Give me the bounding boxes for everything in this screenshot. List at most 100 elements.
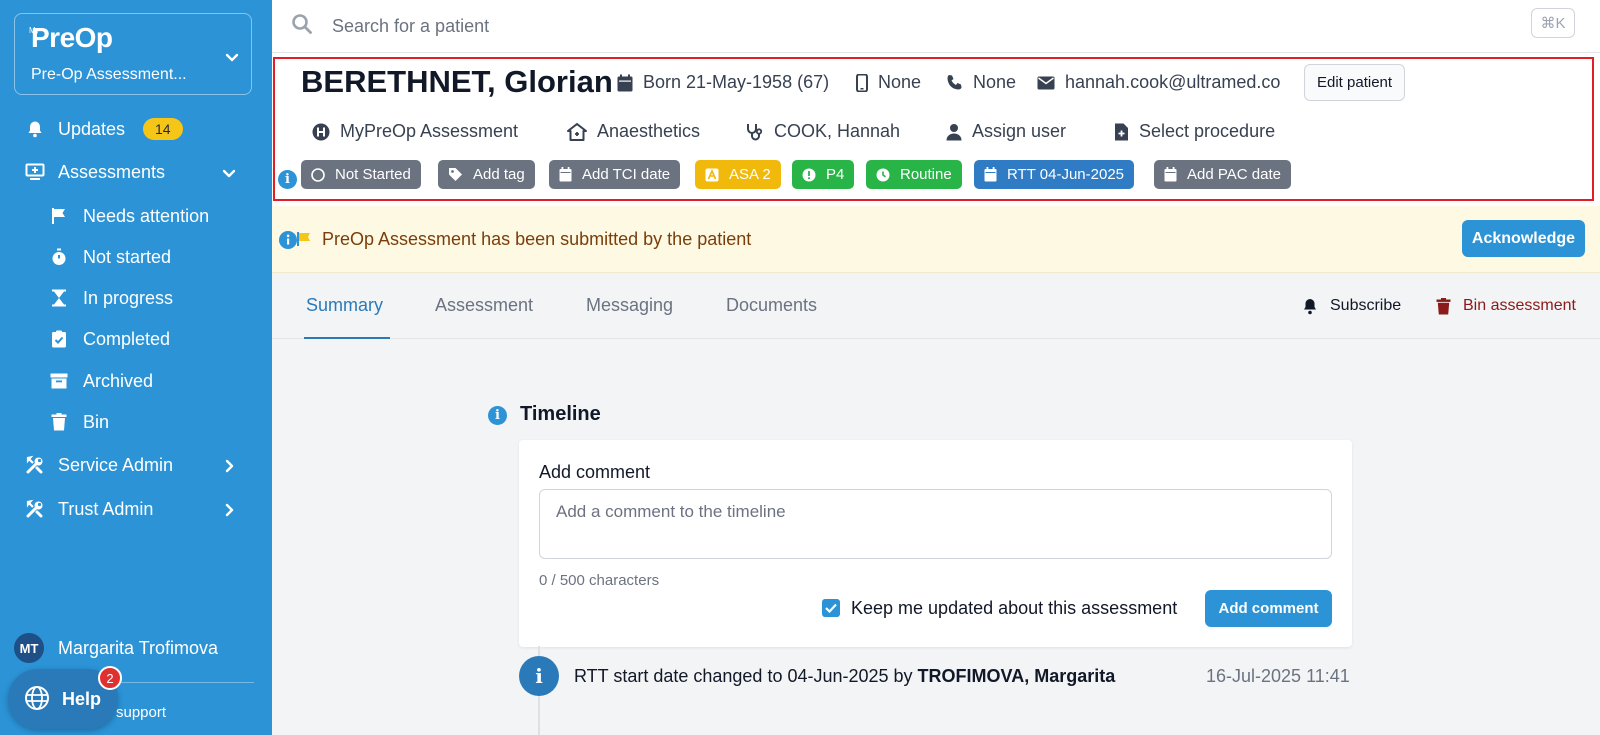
patient-mobile: None <box>856 72 921 93</box>
patient-email-text: hannah.cook@ultramed.co <box>1065 72 1281 92</box>
nav-needs-attention-label: Needs attention <box>83 205 210 226</box>
calendar-icon <box>984 167 997 182</box>
tools-icon <box>24 498 46 520</box>
assign-user[interactable]: Assign user <box>946 121 1066 142</box>
keep-updated-checkbox[interactable] <box>822 599 840 617</box>
flag-icon <box>48 205 70 227</box>
info-icon[interactable]: i <box>278 170 297 189</box>
active-tab-indicator <box>304 337 390 339</box>
tab-messaging[interactable]: Messaging <box>586 295 673 316</box>
help-count-badge: 2 <box>98 666 122 690</box>
add-pac-date-label: Add PAC date <box>1187 166 1281 183</box>
acknowledge-button[interactable]: Acknowledge <box>1462 220 1585 257</box>
bin-assessment-button[interactable]: Bin assessment <box>1436 297 1576 315</box>
assessment-type[interactable]: MyPreOp Assessment <box>312 121 518 142</box>
nav-trust-admin-label: Trust Admin <box>58 498 154 519</box>
add-pac-date-chip[interactable]: Add PAC date <box>1154 160 1291 189</box>
help-label: Help <box>62 689 102 709</box>
globe-icon <box>24 685 50 716</box>
nav-trust-admin[interactable]: Trust Admin <box>0 489 272 529</box>
chevron-right-icon <box>222 457 236 478</box>
select-procedure[interactable]: Select procedure <box>1114 121 1275 142</box>
search-icon <box>291 13 313 40</box>
calendar-icon <box>617 74 633 92</box>
org-switcher[interactable]: My PreOp Pre-Op Assessment... <box>14 13 252 95</box>
nav-updates-label: Updates <box>58 118 126 139</box>
tab-documents[interactable]: Documents <box>726 295 817 316</box>
rtt-chip-label: RTT 04-Jun-2025 <box>1007 166 1125 183</box>
assessment-type-label: MyPreOp Assessment <box>340 121 519 141</box>
file-plus-icon <box>1114 123 1129 141</box>
keep-updated-label: Keep me updated about this assessment <box>851 598 1178 618</box>
urgency-chip-label: Routine <box>900 166 952 183</box>
patient-phone-text: None <box>973 72 1017 92</box>
updates-count-badge: 14 <box>143 118 183 140</box>
select-procedure-label: Select procedure <box>1139 121 1276 141</box>
nav-bin-label: Bin <box>83 411 110 432</box>
add-tag-chip[interactable]: Add tag <box>438 160 535 189</box>
char-count: 0 / 500 characters <box>539 572 660 589</box>
info-icon: i <box>519 656 559 696</box>
tab-summary[interactable]: Summary <box>306 295 383 316</box>
info-icon[interactable]: i <box>488 406 507 425</box>
chevron-right-icon <box>222 501 236 522</box>
comment-label: Add comment <box>539 462 651 482</box>
priority-chip-label: P4 <box>826 166 845 183</box>
nav-bin[interactable]: Bin <box>0 402 272 442</box>
nav-service-admin-label: Service Admin <box>58 454 174 475</box>
support-link[interactable]: support <box>116 704 166 721</box>
nav-service-admin[interactable]: Service Admin <box>0 445 272 485</box>
add-comment-button[interactable]: Add comment <box>1205 590 1332 627</box>
clipboard-check-icon <box>48 328 70 350</box>
clinician-label: COOK, Hannah <box>774 121 901 141</box>
nav-not-started[interactable]: Not started <box>0 237 272 277</box>
tab-assessment[interactable]: Assessment <box>435 295 533 316</box>
banner-message: PreOp Assessment has been submitted by t… <box>322 229 752 249</box>
patient-email: hannah.cook@ultramed.co <box>1037 72 1280 93</box>
patient-phone: None <box>946 72 1016 93</box>
specialty-label: Anaesthetics <box>597 121 701 141</box>
nav-completed-label: Completed <box>83 328 171 349</box>
nav-in-progress-label: In progress <box>83 287 174 308</box>
nav-completed[interactable]: Completed <box>0 319 272 359</box>
avatar: MT <box>14 633 44 663</box>
search-input[interactable] <box>332 10 1432 42</box>
subscribe-button[interactable]: Subscribe <box>1302 297 1401 315</box>
patient-dob: Born 21-May-1958 (67) <box>617 72 829 93</box>
subscribe-label: Subscribe <box>1330 297 1402 314</box>
user-icon <box>946 123 962 141</box>
timeline-title: Timeline <box>520 403 601 425</box>
mobile-phone-icon <box>856 73 868 92</box>
priority-chip[interactable]: P4 <box>792 160 855 189</box>
specialty[interactable]: Anaesthetics <box>567 121 700 142</box>
asa-icon <box>705 168 719 182</box>
info-flag-icon <box>278 230 312 255</box>
status-chip[interactable]: Not Started <box>301 160 421 189</box>
patient-dob-text: Born 21-May-1958 (67) <box>643 72 830 92</box>
asa-chip-label: ASA 2 <box>729 166 771 183</box>
sidebar: My PreOp Pre-Op Assessment... Updates 14 … <box>0 0 272 735</box>
patient-mobile-text: None <box>878 72 922 92</box>
stethoscope-icon <box>746 123 764 141</box>
chevron-down-icon <box>222 164 236 185</box>
org-name: Pre-Op Assessment... <box>31 66 187 83</box>
hospital-icon <box>312 123 330 141</box>
exclamation-circle-icon <box>802 168 816 182</box>
user-menu[interactable]: MT Margarita Trofimova <box>14 633 218 663</box>
clinician[interactable]: COOK, Hannah <box>746 121 900 142</box>
nav-needs-attention[interactable]: Needs attention <box>0 196 272 236</box>
tools-icon <box>24 454 46 476</box>
asa-chip[interactable]: ASA 2 <box>695 160 781 189</box>
nav-archived[interactable]: Archived <box>0 361 272 401</box>
nav-updates[interactable]: Updates 14 <box>0 109 272 149</box>
comment-textarea[interactable] <box>539 489 1332 559</box>
rtt-chip[interactable]: RTT 04-Jun-2025 <box>974 160 1135 189</box>
hourglass-icon <box>48 287 70 309</box>
timeline-event-text: RTT start date changed to 04-Jun-2025 by… <box>574 666 1116 686</box>
add-tci-date-chip[interactable]: Add TCI date <box>549 160 681 189</box>
edit-patient-button[interactable]: Edit patient <box>1304 64 1406 101</box>
urgency-chip[interactable]: Routine <box>866 160 962 189</box>
nav-assessments[interactable]: Assessments <box>0 152 272 192</box>
envelope-icon <box>1037 76 1055 90</box>
nav-in-progress[interactable]: In progress <box>0 278 272 318</box>
